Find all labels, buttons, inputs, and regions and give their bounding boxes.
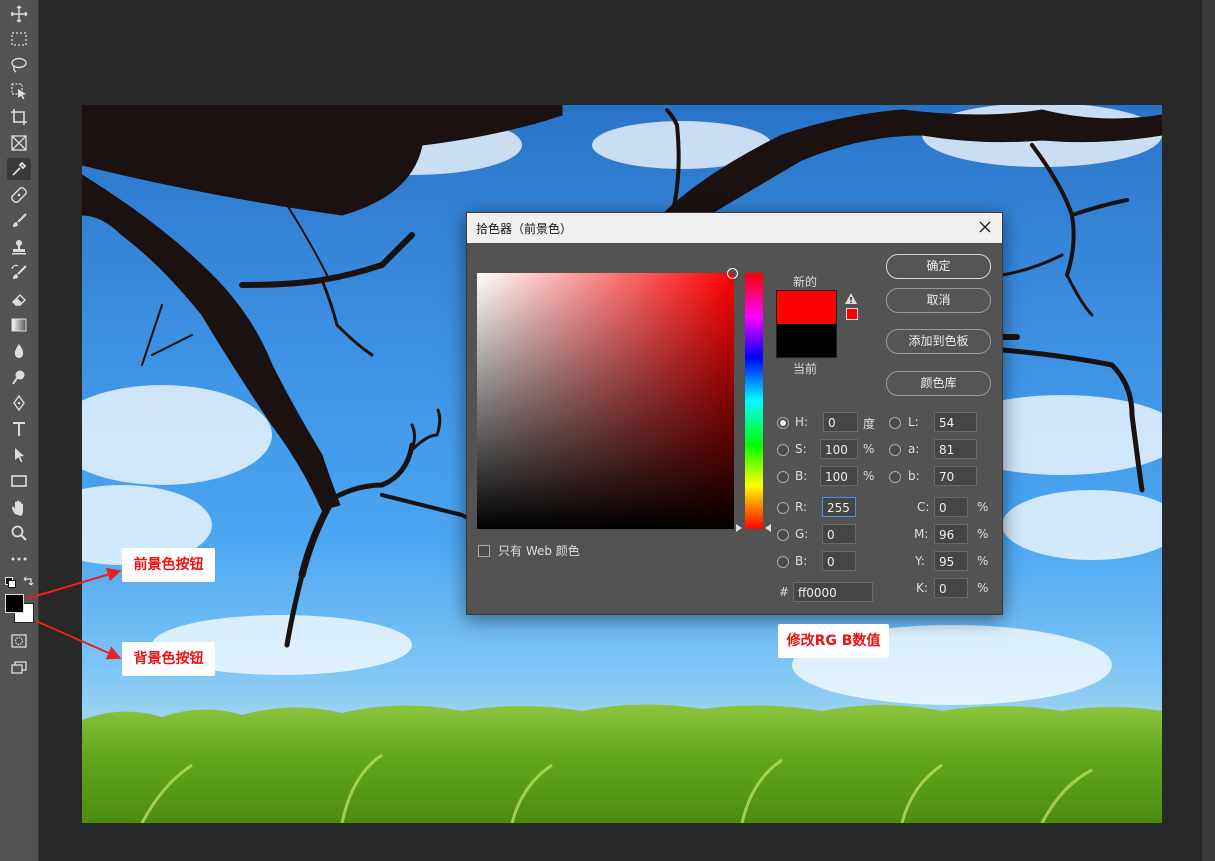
color-field-cursor[interactable]: [727, 268, 738, 279]
hue-label: H:: [795, 415, 809, 429]
tools-panel: [0, 0, 39, 861]
saturation-radio[interactable]: [777, 444, 789, 456]
magenta-label: M:: [914, 527, 929, 541]
brightness-unit: %: [863, 469, 875, 483]
foreground-color-button[interactable]: [5, 594, 24, 613]
web-colors-checkbox[interactable]: [478, 544, 490, 557]
rectangle-tool-icon[interactable]: [7, 470, 31, 492]
default-colors-icon[interactable]: [5, 577, 16, 588]
magenta-input[interactable]: 96: [934, 524, 968, 544]
type-tool-icon[interactable]: [7, 418, 31, 440]
saturation-unit: %: [863, 442, 875, 456]
hex-input[interactable]: ff0000: [793, 582, 873, 602]
close-icon[interactable]: [976, 218, 994, 236]
dialog-title: 拾色器（前景色）: [476, 222, 573, 236]
red-input[interactable]: 255: [822, 497, 856, 517]
hue-slider-handle-left[interactable]: [736, 524, 742, 532]
background-button-callout: 背景色按钮: [122, 642, 215, 676]
panel-edge: [1202, 0, 1215, 861]
red-label: R:: [795, 500, 808, 514]
hue-slider-handle-right[interactable]: [765, 524, 771, 532]
dialog-titlebar[interactable]: 拾色器（前景色）: [467, 213, 1002, 243]
add-to-swatches-button[interactable]: 添加到色板: [886, 329, 991, 354]
foreground-button-callout: 前景色按钮: [122, 548, 215, 582]
a-channel-radio[interactable]: [889, 444, 901, 456]
new-color-swatch: [777, 291, 836, 324]
ok-button[interactable]: 确定: [886, 254, 991, 279]
web-colors-label: 只有 Web 颜色: [498, 544, 580, 558]
hue-slider[interactable]: [745, 273, 763, 529]
current-color-label: 当前: [793, 362, 818, 376]
hand-tool-icon[interactable]: [7, 496, 31, 518]
saturation-input[interactable]: 100: [820, 439, 858, 459]
green-label: G:: [795, 527, 809, 541]
cyan-input[interactable]: 0: [934, 497, 968, 517]
key-black-label: K:: [916, 581, 928, 595]
key-black-unit: %: [977, 581, 989, 595]
cancel-button[interactable]: 取消: [886, 288, 991, 313]
modify-rgb-callout: 修改RG B数值: [778, 624, 889, 658]
cyan-unit: %: [977, 500, 989, 514]
new-color-label: 新的: [793, 275, 818, 289]
frame-tool-icon[interactable]: [7, 132, 31, 154]
brightness-input[interactable]: 100: [820, 466, 858, 486]
green-radio[interactable]: [777, 529, 789, 541]
hue-unit: 度: [863, 417, 876, 431]
lightness-label: L:: [908, 415, 919, 429]
hue-radio[interactable]: [777, 417, 789, 429]
zoom-tool-icon[interactable]: [7, 522, 31, 544]
magenta-unit: %: [977, 527, 989, 541]
eraser-tool-icon[interactable]: [7, 288, 31, 310]
hex-label: #: [779, 585, 790, 599]
red-radio[interactable]: [777, 502, 789, 514]
healing-brush-tool-icon[interactable]: [7, 184, 31, 206]
b-channel-input[interactable]: 70: [934, 466, 977, 486]
print-gamut-warning-icon[interactable]: [844, 292, 858, 305]
object-selection-tool-icon[interactable]: [7, 80, 31, 102]
a-channel-input[interactable]: 81: [934, 439, 977, 459]
blue-input[interactable]: 0: [822, 551, 856, 571]
key-black-input[interactable]: 0: [934, 578, 968, 598]
pen-tool-icon[interactable]: [7, 392, 31, 414]
path-selection-tool-icon[interactable]: [7, 444, 31, 466]
history-brush-tool-icon[interactable]: [7, 262, 31, 284]
eyedropper-tool-icon[interactable]: [7, 158, 31, 180]
gradient-tool-icon[interactable]: [7, 314, 31, 336]
yellow-input[interactable]: 95: [934, 551, 968, 571]
more-tools-icon[interactable]: [7, 548, 31, 570]
color-libraries-button[interactable]: 颜色库: [886, 371, 991, 396]
brush-tool-icon[interactable]: [7, 210, 31, 232]
b-channel-radio[interactable]: [889, 471, 901, 483]
brightness-radio[interactable]: [777, 471, 789, 483]
brightness-label: B:: [795, 469, 808, 483]
marquee-tool-icon[interactable]: [7, 28, 31, 50]
saturation-brightness-field[interactable]: [477, 268, 738, 529]
move-tool-icon[interactable]: [7, 3, 31, 25]
yellow-unit: %: [977, 554, 989, 568]
lightness-radio[interactable]: [889, 417, 901, 429]
lightness-input[interactable]: 54: [934, 412, 977, 432]
hue-input[interactable]: 0: [823, 412, 858, 432]
blue-label: B:: [795, 554, 808, 568]
lasso-tool-icon[interactable]: [7, 54, 31, 76]
b-channel-label: b:: [908, 469, 920, 483]
stamp-tool-icon[interactable]: [7, 236, 31, 258]
dodge-tool-icon[interactable]: [7, 366, 31, 388]
cyan-label: C:: [917, 500, 930, 514]
current-color-swatch[interactable]: [777, 324, 836, 357]
crop-tool-icon[interactable]: [7, 106, 31, 128]
saturation-label: S:: [795, 442, 807, 456]
green-input[interactable]: 0: [822, 524, 856, 544]
color-comparison-swatch: [776, 290, 837, 358]
yellow-label: Y:: [915, 554, 925, 568]
screen-mode-icon[interactable]: [7, 656, 31, 678]
blue-radio[interactable]: [777, 556, 789, 568]
blur-tool-icon[interactable]: [7, 340, 31, 362]
a-channel-label: a:: [908, 442, 920, 456]
web-colors-only-option[interactable]: 只有 Web 颜色: [478, 542, 580, 559]
gamut-correction-swatch[interactable]: [846, 308, 858, 320]
color-picker-dialog: 拾色器（前景色） 只有 Web 颜色 新的 当前 确定 取消 添加到色板 颜色库…: [466, 212, 1003, 615]
quick-mask-icon[interactable]: [7, 630, 31, 652]
swap-colors-icon[interactable]: [22, 576, 34, 588]
